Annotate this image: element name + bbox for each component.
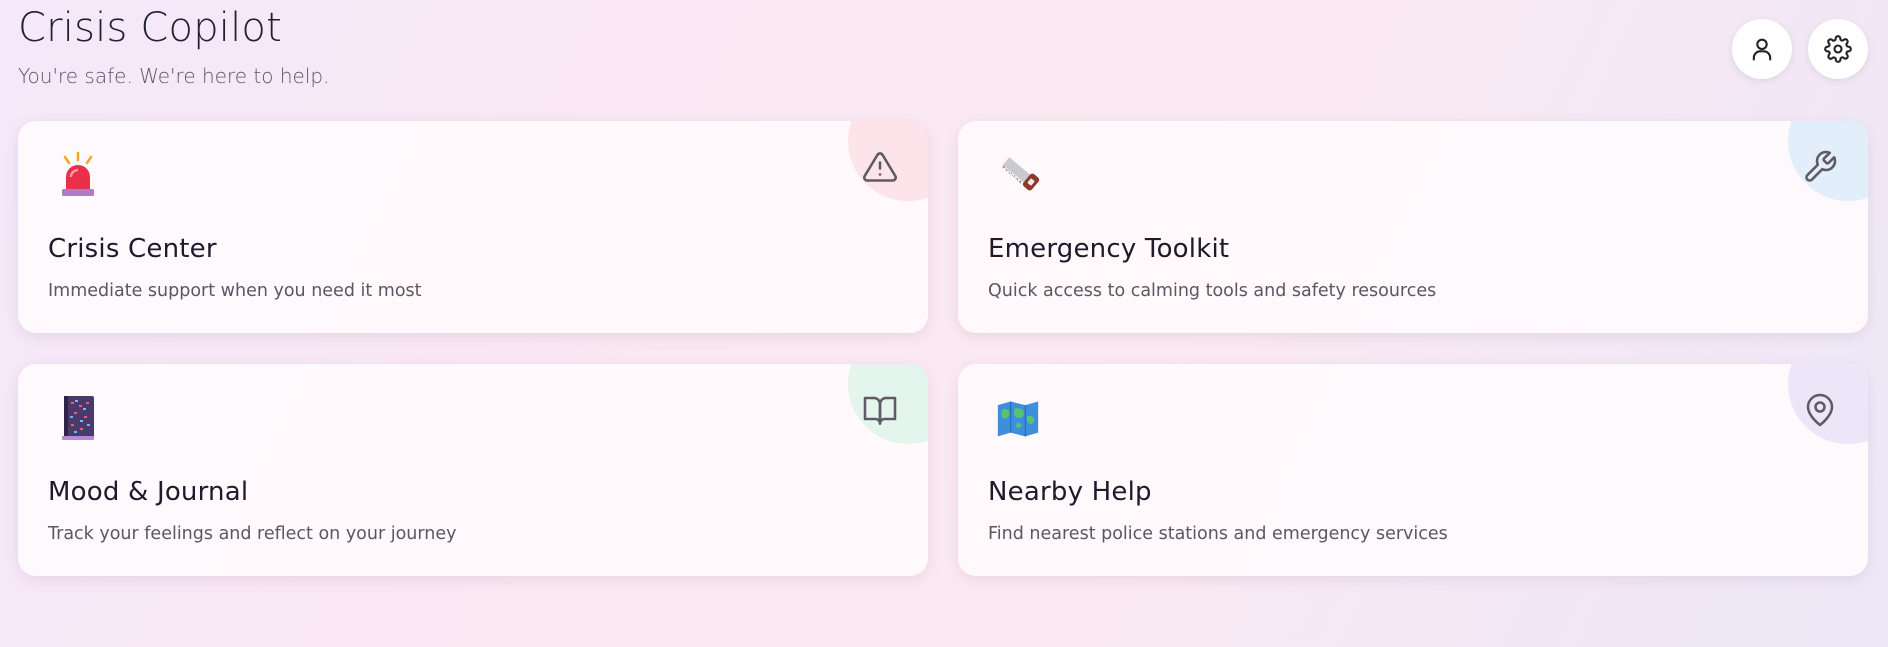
user-icon (1752, 38, 1772, 61)
saw-icon (1002, 157, 1040, 191)
card-title: Nearby Help (988, 477, 1152, 507)
crisis-center-card[interactable]: Crisis Center Immediate support when you… (18, 121, 928, 333)
settings-button[interactable] (1808, 19, 1868, 79)
card-title: Crisis Center (48, 234, 217, 264)
app-subtitle: You're safe. We're here to help. (18, 64, 330, 88)
warning-triangle-icon (863, 152, 897, 182)
card-description: Track your feelings and reflect on your … (48, 524, 457, 544)
mood-journal-card[interactable]: Mood & Journal Track your feelings and r… (18, 364, 928, 576)
card-description: Quick access to calming tools and safety… (988, 281, 1437, 301)
card-title: Mood & Journal (48, 477, 249, 507)
card-description: Find nearest police stations and emergen… (988, 524, 1448, 544)
notebook-icon (62, 396, 94, 440)
emergency-toolkit-card[interactable]: Emergency Toolkit Quick access to calmin… (958, 121, 1868, 333)
map-pin-icon (1806, 393, 1834, 427)
wrench-icon (1805, 150, 1837, 182)
world-map-icon (997, 401, 1039, 437)
card-title: Emergency Toolkit (988, 234, 1230, 264)
profile-button[interactable] (1732, 19, 1792, 79)
nearby-help-card[interactable]: Nearby Help Find nearest police stations… (958, 364, 1868, 576)
header-actions (1732, 19, 1868, 79)
app-title: Crisis Copilot (18, 5, 282, 51)
gear-icon (1824, 35, 1852, 63)
police-light-icon (62, 151, 94, 196)
open-book-icon (863, 396, 897, 425)
card-description: Immediate support when you need it most (48, 281, 422, 301)
page-header: Crisis Copilot You're safe. We're here t… (18, 4, 329, 88)
